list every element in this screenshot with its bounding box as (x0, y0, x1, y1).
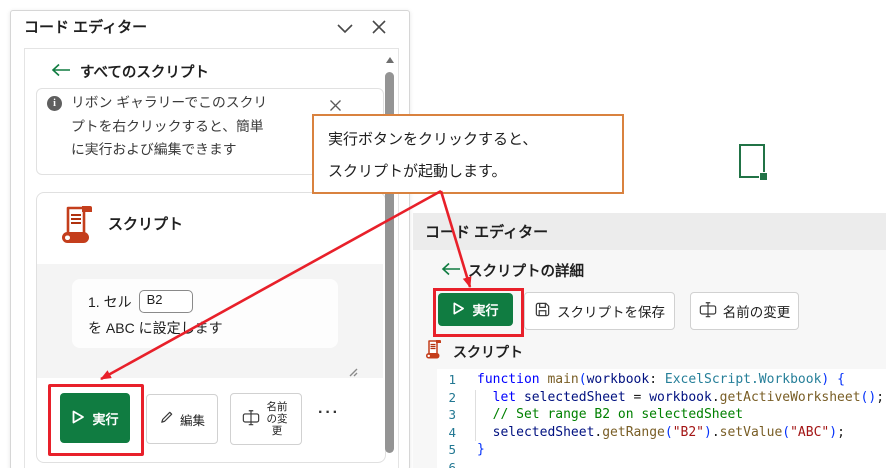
script-icon (424, 338, 444, 366)
script-icon (58, 203, 98, 252)
close-icon[interactable] (371, 19, 387, 40)
resize-handle[interactable] (346, 364, 358, 382)
cell-fill-handle (759, 172, 768, 181)
rename-icon (699, 300, 717, 322)
cell-reference-field[interactable]: B2 (138, 290, 193, 313)
line-number: 4 (448, 424, 456, 440)
rename-button[interactable]: 名前の変更 (690, 292, 799, 330)
pencil-icon (159, 410, 174, 428)
more-options-button[interactable]: ··· (312, 398, 346, 428)
line-number: 2 (448, 389, 456, 405)
right-pane-title: コード エディター (425, 224, 549, 241)
back-arrow-icon[interactable] (440, 262, 462, 281)
indent-guide (475, 390, 476, 441)
code-line[interactable]: 2 let selectedSheet = workbook.getActive… (437, 390, 886, 408)
code-line[interactable]: 4 selectedSheet.getRange("B2").setValue(… (437, 425, 886, 443)
all-scripts-back-link[interactable]: すべてのスクリプト (80, 61, 209, 82)
annotation-callout: 実行ボタンをクリックすると、 スクリプトが起動します。 (312, 114, 624, 194)
script-card-title: スクリプト (108, 216, 184, 233)
run-button-highlight-box (433, 288, 524, 337)
line-number: 5 (448, 442, 456, 457)
code-editor-area[interactable]: 1 function main(workbook: ExcelScript.Wor… (437, 369, 886, 468)
save-icon (534, 301, 551, 321)
line-number: 1 (448, 372, 456, 387)
code-line[interactable]: 3 // Set range B2 on selectedSheet (437, 407, 886, 425)
step-description-line1: 1. セル B2 (88, 290, 193, 313)
left-pane-title: コード エディター (24, 19, 148, 36)
script-details-back-link[interactable]: スクリプトの詳細 (468, 260, 584, 281)
screenshot-stage: コード エディター すべてのスクリプト i リボン ギャラリーでこのスクリ プト… (0, 0, 886, 468)
save-script-button[interactable]: スクリプトを保存 (524, 292, 675, 330)
rename-button[interactable]: 名前の変更 (230, 393, 302, 445)
run-button-highlight-box (48, 384, 144, 456)
info-icon: i (47, 96, 62, 111)
code-text: // Set range B2 on selectedSheet (477, 407, 744, 422)
code-text: selectedSheet.getRange("B2").setValue("A… (492, 424, 845, 440)
callout-line1: 実行ボタンをクリックすると、 (328, 131, 538, 148)
excel-cell-selection-indicator (739, 144, 768, 181)
callout-line2: スクリプトが起動します。 (328, 163, 507, 180)
back-arrow-icon[interactable] (50, 63, 72, 82)
rename-icon (242, 408, 260, 430)
code-text: } (477, 442, 485, 457)
info-banner-text: リボン ギャラリーでこのスクリ プトを右クリックすると、簡単 に実行および編集で… (71, 95, 268, 157)
code-text: let selectedSheet = workbook.getActiveWo… (492, 389, 885, 405)
code-line[interactable]: 6 (437, 460, 886, 468)
line-number: 6 (448, 459, 456, 468)
code-text: function main(workbook: ExcelScript.Work… (477, 372, 845, 387)
edit-button[interactable]: 編集 (146, 394, 218, 444)
step-description-line2: を ABC に設定します (88, 320, 223, 336)
chevron-down-icon[interactable] (336, 22, 354, 40)
code-line[interactable]: 5} (437, 442, 886, 460)
scrollbar-up-arrow[interactable] (386, 57, 394, 63)
script-section-title: スクリプト (453, 344, 523, 360)
line-number: 3 (448, 407, 456, 422)
code-line[interactable]: 1 function main(workbook: ExcelScript.Wor… (437, 372, 886, 390)
